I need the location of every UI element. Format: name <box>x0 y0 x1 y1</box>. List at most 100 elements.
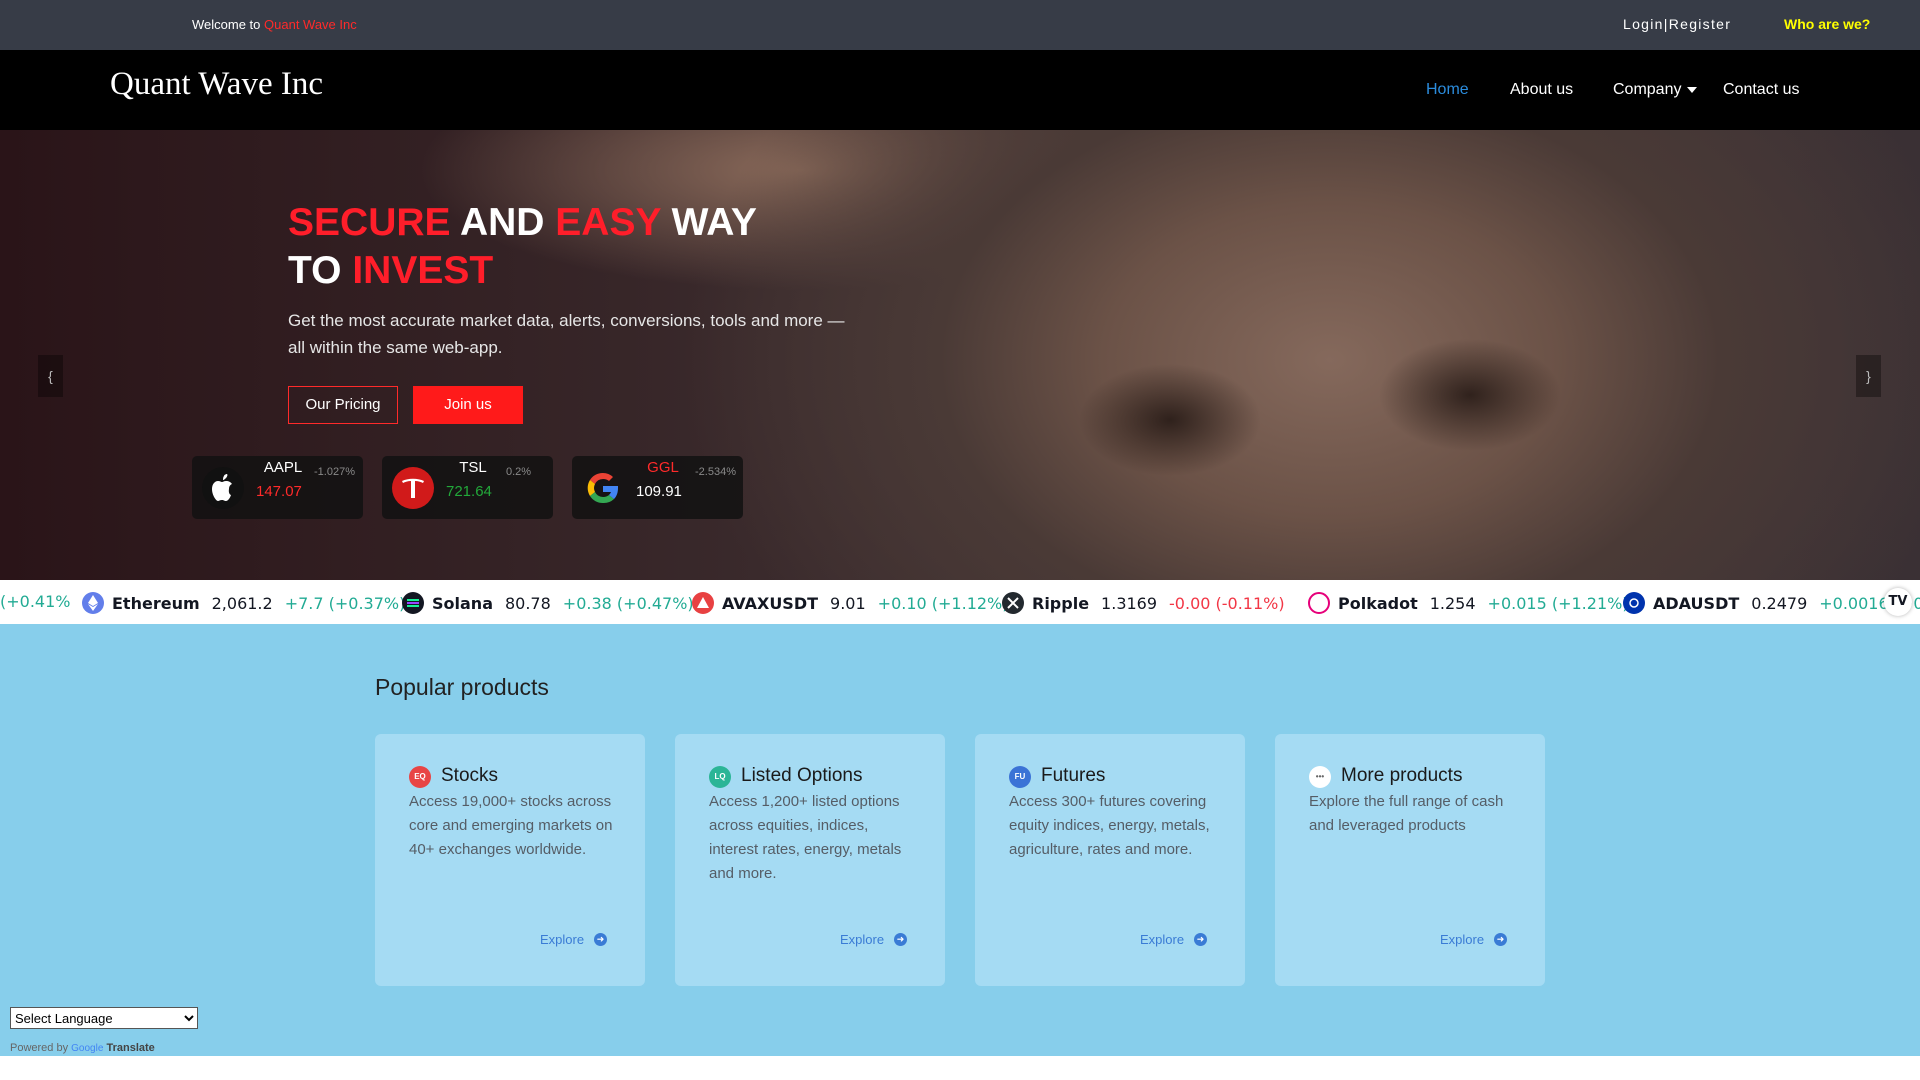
welcome-brand: Quant Wave Inc <box>264 17 357 32</box>
join-us-button[interactable]: Join us <box>413 386 523 424</box>
stock-change: -2.534% <box>695 466 736 478</box>
stock-card-ggl[interactable]: GGL 109.91 -2.534% <box>572 456 743 519</box>
explore-label: Explore <box>1140 932 1185 947</box>
hero-title: SECURE AND EASY WAY TO INVEST <box>288 199 757 295</box>
tesla-logo-icon <box>392 467 434 509</box>
ticker-change: +0.10 (+1.12%) <box>877 593 1009 613</box>
stock-price: 721.64 <box>446 483 492 500</box>
ticker-name: Ripple <box>1032 593 1090 613</box>
site-logo[interactable]: Quant Wave Inc <box>110 66 323 103</box>
product-title: Stocks <box>441 765 499 786</box>
hero-word-to: TO <box>288 249 342 292</box>
carousel-next-arrow[interactable]: } <box>1856 355 1881 397</box>
main-navbar: Quant Wave Inc Home About us Company Con… <box>0 50 1920 130</box>
more-dots-icon: ••• <box>1309 766 1331 788</box>
stock-symbol: GGL <box>647 459 679 476</box>
ticker-item-avaxusdt[interactable]: AVAXUSDT 9.01 +0.10 (+1.12%) <box>692 592 1009 614</box>
ticker-name: ADAUSDT <box>1653 593 1740 613</box>
powered-by-text: Powered by <box>10 1042 69 1054</box>
product-description: Access 1,200+ listed options across equi… <box>709 793 902 882</box>
ticker-price: 0.2479 <box>1751 593 1808 613</box>
hero-word-and: AND <box>459 201 545 244</box>
google-logo-icon <box>582 467 624 509</box>
product-title: Listed Options <box>741 765 863 786</box>
hero-subtitle: Get the most accurate market data, alert… <box>288 311 845 357</box>
page-bottom-strip <box>0 1056 1920 1080</box>
welcome-prefix: Welcome to <box>192 17 265 32</box>
explore-link[interactable]: Explore ➜ <box>1140 932 1208 947</box>
google-logo-text: Google <box>71 1043 104 1054</box>
explore-label: Explore <box>540 932 585 947</box>
product-description: Access 300+ futures covering equity indi… <box>1009 793 1210 858</box>
ticker-item-polkadot[interactable]: Polkadot 1.254 +0.015 (+1.21%) <box>1308 592 1629 614</box>
stock-card-aapl[interactable]: AAPL 147.07 -1.027% <box>192 456 363 519</box>
product-card-futures[interactable]: FU Futures Access 300+ futures covering … <box>975 734 1245 986</box>
ticker-item-ripple[interactable]: Ripple 1.3169 -0.00 (-0.11%) <box>1002 592 1285 614</box>
ticker-price: 1.3169 <box>1101 593 1158 613</box>
ripple-icon <box>1002 592 1024 614</box>
explore-link[interactable]: Explore ➜ <box>1440 932 1508 947</box>
ticker-price: 1.254 <box>1429 593 1476 613</box>
ticker-name: Ethereum <box>112 593 200 613</box>
ethereum-icon <box>82 592 104 614</box>
ticker-change: +0.015 (+1.21%) <box>1487 593 1629 613</box>
arrow-right-circle-icon: ➜ <box>1494 933 1508 946</box>
carousel-prev-arrow[interactable]: { <box>38 355 63 397</box>
nav-about-us[interactable]: About us <box>1510 81 1573 99</box>
language-select[interactable]: Select Language <box>10 1007 198 1029</box>
welcome-text: Welcome to Quant Wave Inc <box>192 17 357 32</box>
google-translate-attribution: Powered by Google Translate <box>10 1042 155 1054</box>
ticker-change: +0.38 (+0.47%) <box>562 593 694 613</box>
arrow-right-circle-icon: ➜ <box>894 933 908 946</box>
cardano-icon <box>1623 592 1645 614</box>
product-title: Futures <box>1041 765 1106 786</box>
tradingview-logo-icon[interactable]: TV <box>1884 588 1912 616</box>
ticker-name: Polkadot <box>1338 593 1418 613</box>
stock-price: 109.91 <box>636 483 682 500</box>
caret-down-icon <box>1687 86 1698 93</box>
nav-contact-us[interactable]: Contact us <box>1723 81 1799 99</box>
ticker-item-ethereum[interactable]: Ethereum 2,061.2 +7.7 (+0.37%) <box>82 592 405 614</box>
hero-word-invest: INVEST <box>352 249 494 292</box>
product-card-more-products[interactable]: ••• More products Explore the full range… <box>1275 734 1545 986</box>
ticker-price: 2,061.2 <box>211 593 273 613</box>
explore-label: Explore <box>1440 932 1485 947</box>
stock-price: 147.07 <box>256 483 302 500</box>
nav-company-label: Company <box>1613 81 1682 98</box>
top-bar: Welcome to Quant Wave Inc Login|Register… <box>0 0 1920 50</box>
ticker-change: +7.7 (+0.37%) <box>284 593 406 613</box>
avalanche-icon <box>692 592 714 614</box>
equity-badge-icon: EQ <box>409 766 431 788</box>
polkadot-icon <box>1308 592 1330 614</box>
product-card-stocks[interactable]: EQ Stocks Access 19,000+ stocks across c… <box>375 734 645 986</box>
ticker-item-adausdt[interactable]: ADAUSDT 0.2479 +0.0016 (+0.% <box>1623 592 1920 614</box>
product-card-listed-options[interactable]: LQ Listed Options Access 1,200+ listed o… <box>675 734 945 986</box>
product-description: Explore the full range of cash and lever… <box>1309 793 1504 834</box>
product-title: More products <box>1341 765 1463 786</box>
solana-icon <box>402 592 424 614</box>
explore-link[interactable]: Explore ➜ <box>540 932 608 947</box>
ticker-price: 9.01 <box>830 593 866 613</box>
options-badge-icon: LQ <box>709 766 731 788</box>
nav-company[interactable]: Company <box>1613 81 1698 99</box>
hero-word-secure: SECURE <box>288 201 451 244</box>
stock-card-tsl[interactable]: TSL 721.64 0.2% <box>382 456 553 519</box>
hero-word-easy: EASY <box>555 201 661 244</box>
ticker-item-solana[interactable]: Solana 80.78 +0.38 (+0.47%) <box>402 592 694 614</box>
explore-link[interactable]: Explore ➜ <box>840 932 908 947</box>
stock-symbol: TSL <box>459 459 487 476</box>
futures-badge-icon: FU <box>1009 766 1031 788</box>
ticker-name: Solana <box>432 593 493 613</box>
ticker-change: -0.00 (-0.11%) <box>1169 593 1285 613</box>
nav-home[interactable]: Home <box>1426 81 1469 99</box>
ticker-change: (+0.41% <box>0 592 71 611</box>
hero-carousel: SECURE AND EASY WAY TO INVEST Get the mo… <box>0 130 1920 580</box>
arrow-right-circle-icon: ➜ <box>594 933 608 946</box>
login-register-link[interactable]: Login|Register <box>1623 16 1731 32</box>
our-pricing-button[interactable]: Our Pricing <box>288 386 398 424</box>
who-are-we-link[interactable]: Who are we? <box>1784 16 1870 32</box>
translate-link[interactable]: Translate <box>106 1042 154 1054</box>
ticker-item[interactable]: (+0.41% <box>0 592 70 611</box>
stock-symbol: AAPL <box>263 459 303 476</box>
section-title: Popular products <box>375 674 549 700</box>
